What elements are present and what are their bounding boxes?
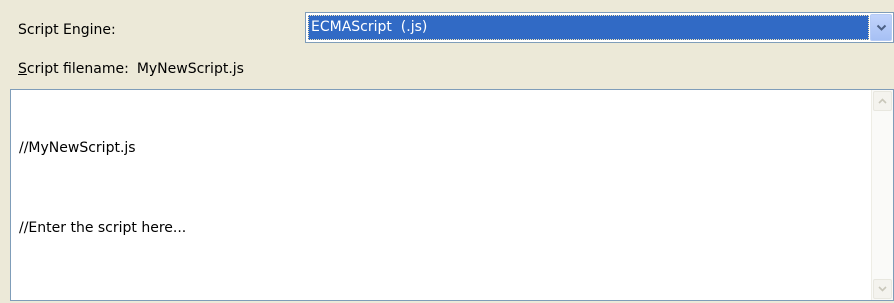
script-editor[interactable]: //MyNewScript.js //Enter the script here… [10, 89, 894, 301]
vertical-scrollbar[interactable] [871, 90, 893, 300]
script-filename-label-text: cript filename: [26, 61, 129, 77]
script-engine-label: Script Engine: [18, 22, 116, 38]
script-filename-row: Script filename: MyNewScript.js [18, 61, 244, 77]
editor-line: //Enter the script here... [19, 220, 187, 236]
scroll-up-arrow-icon [878, 98, 887, 104]
script-engine-select[interactable]: ECMAScript (.js) [305, 12, 894, 43]
script-engine-row: Script Engine: ECMAScript (.js) [0, 12, 894, 52]
chevron-down-icon [876, 24, 887, 32]
dropdown-button[interactable] [870, 14, 892, 41]
script-editor-text[interactable]: //MyNewScript.js //Enter the script here… [19, 98, 865, 296]
scroll-up-button[interactable] [873, 91, 892, 111]
script-filename-label: Script filename: [18, 61, 129, 77]
script-engine-selected-value[interactable]: ECMAScript (.js) [308, 15, 869, 40]
editor-line: //MyNewScript.js [19, 140, 136, 156]
scroll-down-arrow-icon [878, 286, 887, 292]
script-filename-label-accelerator: S [18, 61, 27, 77]
scroll-down-button[interactable] [873, 279, 892, 299]
script-filename-value: MyNewScript.js [136, 61, 244, 77]
